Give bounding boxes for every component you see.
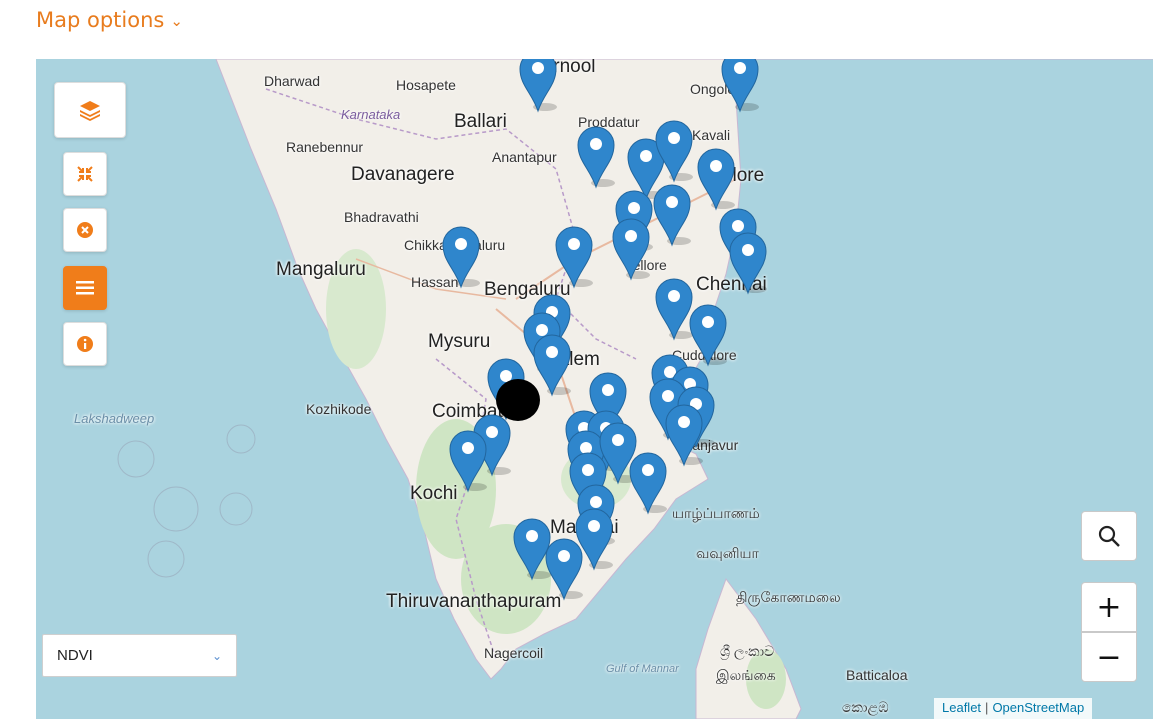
place-label: Thiruvananthapuram xyxy=(386,591,562,612)
place-label: Mangaluru xyxy=(276,259,366,280)
place-label: திருகோணமலை xyxy=(736,589,841,605)
place-label: Ballari xyxy=(454,111,507,132)
map-pin-icon[interactable] xyxy=(654,119,694,183)
map-pin-icon[interactable] xyxy=(441,225,481,289)
map-pin-icon[interactable] xyxy=(448,429,488,493)
close-circle-icon xyxy=(77,222,93,238)
place-label: Davanagere xyxy=(351,164,455,185)
place-label: Kozhikode xyxy=(306,401,372,417)
place-label: Gulf of Mannar xyxy=(606,663,679,675)
place-label: ශ්‍රී ලංකාව xyxy=(720,643,775,659)
map-pin-icon[interactable] xyxy=(688,303,728,367)
map-attribution: Leaflet | OpenStreetMap xyxy=(934,698,1093,719)
clear-button[interactable] xyxy=(63,208,107,252)
place-label: இலங்கை xyxy=(716,667,776,683)
place-label: Kavali xyxy=(692,127,731,143)
layer-select-dropdown[interactable]: NDVI ⌄ xyxy=(42,634,237,677)
place-label: Batticaloa xyxy=(846,667,908,683)
map-pin-icon[interactable] xyxy=(576,125,616,189)
leaflet-link[interactable]: Leaflet xyxy=(942,700,981,715)
map-pin-icon[interactable] xyxy=(611,217,651,281)
zoom-in-button[interactable]: + xyxy=(1081,582,1137,632)
layer-select-value: NDVI xyxy=(57,647,93,664)
map-pin-icon[interactable] xyxy=(696,147,736,211)
place-label: Mysuru xyxy=(428,331,491,352)
place-label: කොළඹ xyxy=(842,699,889,715)
list-icon xyxy=(76,281,94,295)
map-options-toggle[interactable]: Map options ⌄ xyxy=(36,8,183,32)
place-label: Hosapete xyxy=(396,77,456,93)
chevron-down-icon: ⌄ xyxy=(211,648,222,663)
list-button[interactable] xyxy=(63,266,107,310)
search-button[interactable] xyxy=(1081,511,1137,561)
map-pin-icon[interactable] xyxy=(554,225,594,289)
place-label: Dharwad xyxy=(264,73,321,89)
map-pin-icon[interactable] xyxy=(664,403,704,467)
place-label: Anantapur xyxy=(492,149,557,165)
map-pin-icon[interactable] xyxy=(720,59,760,113)
map-pin-icon[interactable] xyxy=(728,231,768,295)
zoom-out-button[interactable]: − xyxy=(1081,632,1137,682)
map-pin-icon[interactable] xyxy=(544,537,584,601)
map-pin-icon[interactable] xyxy=(628,451,668,515)
attribution-separator: | xyxy=(985,700,989,715)
place-label: Ranebennur xyxy=(286,139,364,155)
openstreetmap-link[interactable]: OpenStreetMap xyxy=(992,700,1084,715)
place-label: Lakshadweep xyxy=(74,411,155,426)
info-icon xyxy=(77,336,93,352)
search-icon xyxy=(1098,525,1120,547)
place-label: யாழ்ப்பாணம் xyxy=(672,505,760,521)
selected-area-blob xyxy=(496,379,540,421)
chevron-down-icon: ⌄ xyxy=(170,12,183,30)
map-options-label: Map options xyxy=(36,8,165,32)
map-pin-icon[interactable] xyxy=(518,59,558,113)
info-button[interactable] xyxy=(63,322,107,366)
layers-button[interactable] xyxy=(54,82,126,138)
map-view[interactable]: Dharwad Hosapete Kurnool Ongole Karnatak… xyxy=(36,59,1153,719)
place-label: Bhadravathi xyxy=(344,209,419,225)
place-label: Nagercoil xyxy=(484,645,544,661)
place-label: Karnataka xyxy=(341,107,401,122)
map-pin-icon[interactable] xyxy=(652,183,692,247)
collapse-button[interactable] xyxy=(63,152,107,196)
place-label: வவுனியா xyxy=(696,545,759,561)
layers-icon xyxy=(80,101,100,121)
collapse-arrows-icon xyxy=(77,166,93,182)
